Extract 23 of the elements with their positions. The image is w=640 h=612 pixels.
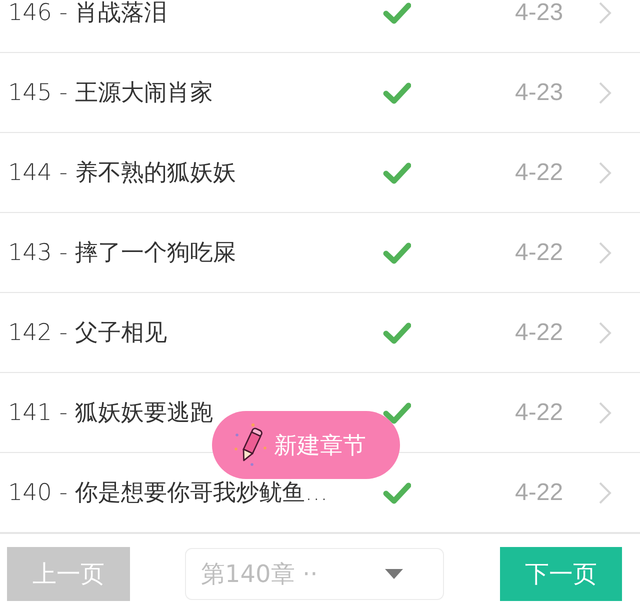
chapter-date: 4-23 [515, 78, 564, 106]
chapter-date: 4-22 [515, 478, 564, 506]
chapter-title[interactable]: 146 - 肖战落泪 [8, 0, 167, 28]
pencil-icon [234, 423, 268, 467]
chapter-date: 4-22 [515, 398, 564, 426]
chapter-date: 4-22 [515, 238, 564, 266]
chevron-right-icon[interactable] [598, 0, 612, 24]
chapter-date: 4-22 [515, 158, 564, 186]
chapter-title[interactable]: 145 - 王源大闹肖家 [8, 77, 213, 108]
chapter-date: 4-22 [515, 318, 564, 346]
chevron-right-icon[interactable] [598, 160, 612, 184]
chapter-date: 4-23 [515, 0, 564, 26]
caret-icon [385, 568, 403, 578]
chevron-right-icon[interactable] [598, 320, 612, 344]
chevron-right-icon[interactable] [598, 80, 612, 104]
chevron-right-icon[interactable] [598, 480, 612, 504]
chevron-right-icon[interactable] [598, 400, 612, 424]
chapter-title[interactable]: 144 - 养不熟的狐妖妖 [8, 157, 236, 188]
chapter-title[interactable]: 142 - 父子相见 [8, 317, 167, 348]
chapter-title[interactable]: 143 - 摔了一个狗吃屎 [8, 237, 236, 268]
chevron-right-icon[interactable] [598, 240, 612, 264]
chapter-title[interactable]: 140 - 你是想要你哥我炒鱿鱼… [8, 477, 328, 508]
chapter-title[interactable]: 141 - 狐妖妖要逃跑 [8, 397, 213, 428]
